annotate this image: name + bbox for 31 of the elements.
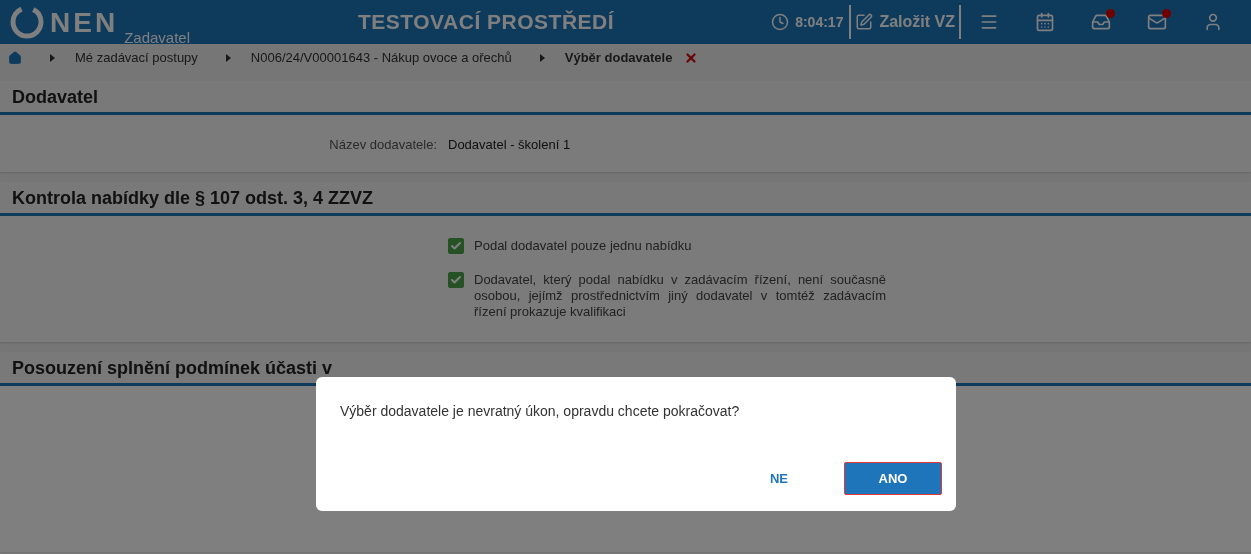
role-label: Zadavatel — [124, 30, 190, 45]
checkbox-label: Dodavatel, který podal nabídku v zadávacím řízení, není současně osobou, jejímž prostřednictvím jiný dodavatel v tomtéž zadávacím řízení prokazuje kvalifikaci — [474, 272, 886, 320]
logo-icon — [10, 5, 44, 39]
clock-icon — [771, 13, 790, 31]
checkbox[interactable] — [448, 272, 464, 288]
cancel-button[interactable]: NE — [734, 462, 824, 495]
breadcrumb-link[interactable]: Mé zadávací postupy — [75, 50, 198, 65]
check-icon — [450, 274, 462, 286]
field-label: Název dodavatele: — [328, 137, 437, 152]
inbox-icon — [1091, 12, 1111, 32]
home-icon[interactable] — [8, 50, 22, 65]
breadcrumb-link[interactable]: Výběr dodavatele — [564, 50, 673, 65]
field-value: Dodavatel - školení 1 — [448, 137, 572, 152]
breadcrumb-link[interactable]: N006/24/V00001643 - Nákup ovoce a ořechů — [250, 50, 512, 65]
dialog-message: Výběr dodavatele je nevratný úkon, opravdu chcete pokračovat? — [340, 403, 741, 419]
confirm-button[interactable]: ANO — [844, 462, 942, 495]
section-title: Kontrola nabídky dle § 107 odst. 3, 4 ZZVZ — [0, 182, 1251, 216]
mail-icon — [1147, 12, 1167, 32]
checkbox-label: Podal dodavatel pouze jednu nabídku — [474, 238, 692, 254]
checkbox[interactable] — [448, 238, 464, 254]
user-icon — [1203, 12, 1223, 32]
section-title: Dodavatel — [0, 81, 1251, 115]
time-label: 8:04:17 — [795, 14, 844, 30]
check-icon — [450, 240, 462, 252]
close-icon[interactable] — [684, 50, 699, 65]
menu-icon — [979, 12, 999, 32]
create-button[interactable]: Založit VZ — [851, 13, 959, 31]
logo-text: NEN — [50, 7, 119, 39]
environment-title: TESTOVACÍ PROSTŘEDÍ — [357, 10, 616, 34]
edit-icon — [855, 13, 874, 31]
calendar-icon — [1035, 12, 1055, 32]
